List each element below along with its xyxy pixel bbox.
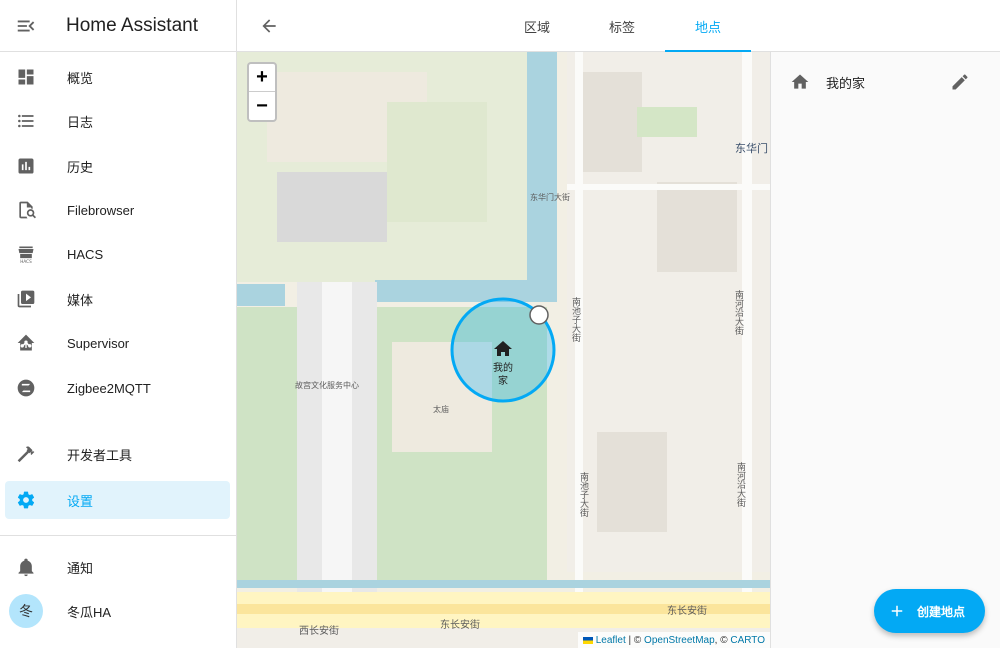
hammer-icon <box>5 444 47 464</box>
cog-icon <box>5 490 47 510</box>
leaflet-link[interactable]: Leaflet <box>596 635 626 646</box>
osm-link[interactable]: OpenStreetMap <box>644 635 715 646</box>
avatar: 冬 <box>9 594 43 628</box>
sidebar-item-logbook[interactable]: 日志 <box>5 102 230 140</box>
sidebar-item-label: Zigbee2MQTT <box>67 380 151 396</box>
back-button[interactable] <box>257 14 281 38</box>
menu-open-icon <box>17 20 35 31</box>
map-label: 南池子大街 <box>571 297 581 342</box>
attribution-separator: | © <box>625 634 645 646</box>
bell-icon <box>5 557 47 577</box>
tab-labels[interactable]: 标签 <box>588 0 656 52</box>
chart-box-icon <box>5 156 47 176</box>
pencil-icon[interactable] <box>950 72 970 92</box>
attribution-separator: , © <box>714 634 731 646</box>
sidebar-item-filebrowser[interactable]: Filebrowser <box>5 191 230 229</box>
arrow-left-icon <box>262 19 276 33</box>
zone-list-item[interactable]: 我的家 <box>771 62 1000 102</box>
avatar-wrap: 冬 <box>5 594 47 628</box>
tab-zones[interactable]: 地点 <box>665 0 751 52</box>
sidebar-item-label: 开发者工具 <box>67 447 133 463</box>
map-label: 西长安街 <box>299 626 339 637</box>
zigbee-icon <box>5 378 47 398</box>
map-label: 故宫文化服务中心 <box>295 381 359 390</box>
map-tiles <box>237 52 770 648</box>
create-zone-button[interactable]: 创建地点 <box>874 589 985 633</box>
format-list-bulleted-icon <box>5 111 47 131</box>
home-zone-label-line2: 家 <box>498 376 508 387</box>
svg-text:HACS: HACS <box>20 259 32 264</box>
sidebar-item-label: 通知 <box>67 560 94 576</box>
map-label: 东长安街 <box>440 620 480 631</box>
sidebar-item-label: 概览 <box>67 70 94 86</box>
sidebar-item-notifications[interactable]: 通知 <box>5 548 230 586</box>
map-label: 东华门大街 <box>530 193 570 202</box>
sidebar-item-hacs[interactable]: HACS HACS <box>5 235 230 273</box>
sidebar-item-supervisor[interactable]: Supervisor <box>5 324 230 362</box>
home-zone-label-line1: 我的 <box>493 363 513 374</box>
sidebar-item-label: HACS <box>67 246 104 262</box>
ukraine-flag-icon <box>582 636 593 644</box>
sidebar-item-label: 历史 <box>67 159 94 175</box>
sidebar-item-label: 媒体 <box>67 292 94 308</box>
sidebar-header: Home Assistant <box>0 0 236 52</box>
map-attribution: Leaflet | © OpenStreetMap , © CARTO <box>577 632 770 648</box>
sidebar-item-overview[interactable]: 概览 <box>5 58 230 96</box>
sidebar: Home Assistant 概览 日志 历史 Filebrowser HACS… <box>0 0 237 648</box>
sidebar-item-label: Supervisor <box>67 335 130 351</box>
view-dashboard-icon <box>5 67 47 87</box>
home-zone-marker[interactable]: 我的 家 <box>487 362 519 388</box>
sidebar-item-zigbee2mqtt[interactable]: Zigbee2MQTT <box>5 369 230 407</box>
tab-areas[interactable]: 区域 <box>503 0 571 52</box>
sidebar-item-label: 日志 <box>67 114 94 130</box>
sidebar-item-settings[interactable]: 设置 <box>5 481 230 519</box>
top-bar: 区域 标签 地点 <box>237 0 1000 52</box>
menu-toggle-button[interactable] <box>0 0 52 52</box>
file-search-icon <box>5 200 47 220</box>
home-icon <box>791 74 809 89</box>
map-label: 东长安街 <box>667 606 707 617</box>
sidebar-item-history[interactable]: 历史 <box>5 147 230 185</box>
user-name: 冬瓜HA <box>67 604 112 620</box>
sidebar-item-developer-tools[interactable]: 开发者工具 <box>5 435 230 473</box>
zoom-control: + − <box>247 62 277 122</box>
home-assistant-icon <box>5 333 47 353</box>
map-label: 南河沿大街 <box>734 290 744 335</box>
sidebar-item-media[interactable]: 媒体 <box>5 280 230 318</box>
create-zone-label: 创建地点 <box>917 604 966 619</box>
zone-name: 我的家 <box>826 75 866 91</box>
sidebar-item-label: 设置 <box>67 493 94 509</box>
zoom-out-button[interactable]: − <box>249 92 275 120</box>
zoom-in-button[interactable]: + <box>249 64 275 92</box>
sidebar-title: Home Assistant <box>66 14 198 36</box>
map-label: 南池子大街 <box>579 472 589 517</box>
sidebar-divider <box>0 535 236 536</box>
map-label: 东华门 <box>735 143 768 155</box>
map-label: 太庙 <box>433 405 449 414</box>
map-label: 南河沿大街 <box>736 462 746 507</box>
zones-panel: 我的家 <box>770 52 1000 648</box>
plus-icon <box>886 602 908 620</box>
carto-link[interactable]: CARTO <box>730 635 765 646</box>
hacs-icon: HACS <box>5 244 47 264</box>
zone-map[interactable]: 我的 家 东华门 东华门大街 南池子大街 南河沿大街 故宫文化服务中心 太庙 南… <box>237 52 770 648</box>
sidebar-item-profile[interactable]: 冬 冬瓜HA <box>5 592 230 630</box>
sidebar-item-label: Filebrowser <box>67 202 135 218</box>
play-box-multiple-icon <box>5 289 47 309</box>
